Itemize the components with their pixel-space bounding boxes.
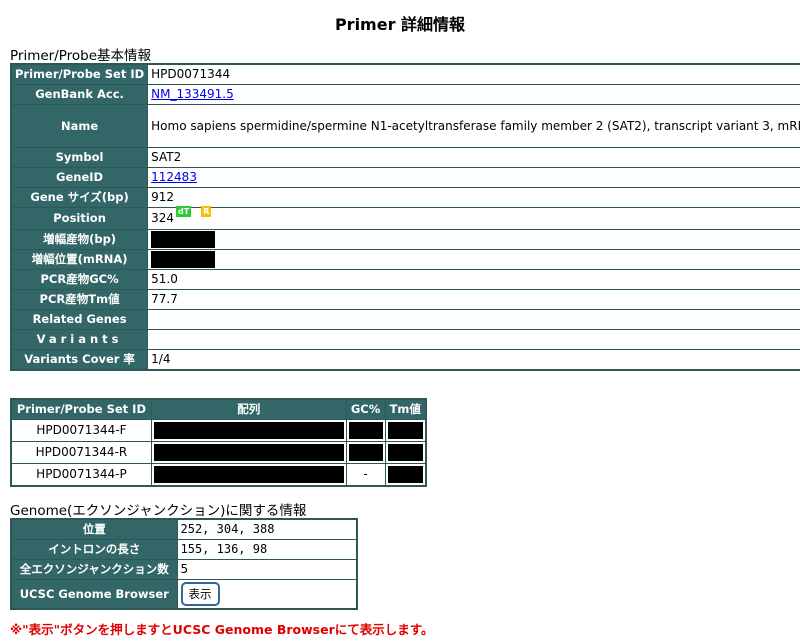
genbank-label: GenBank Acc. (10, 84, 149, 105)
table-row: GenBank Acc. NM_133491.5 (10, 84, 800, 105)
position-label: Position (10, 207, 149, 230)
gene-size-label: Gene サイズ(bp) (10, 187, 149, 208)
ucsc-cell: 表示 (176, 579, 358, 610)
genbank-link[interactable]: NM_133491.5 (151, 87, 234, 101)
table-row: Gene サイズ(bp) 912 (10, 187, 800, 208)
position-value: 324 (151, 211, 175, 225)
table-row: Variants Cover 率 1/4 (10, 349, 800, 371)
col-header-gc: GC% (345, 398, 386, 420)
sequence-table: Primer/Probe Set ID 配列 GC% Tm値 HPD007134… (10, 398, 427, 487)
junction-count-value: 5 (176, 559, 358, 580)
table-row: HPD0071344-P - (10, 463, 427, 487)
redacted-block (387, 444, 423, 461)
variants-label: Variants (10, 329, 149, 350)
genbank-cell: NM_133491.5 (147, 84, 800, 105)
amplicon-size-cell (147, 229, 800, 250)
table-row: Position 324 dT R (10, 206, 800, 230)
genome-section-title: Genome(エクソンジャンクション)に関する情報 (10, 503, 307, 519)
geneid-link[interactable]: 112483 (151, 170, 197, 184)
gc-cell (345, 419, 386, 442)
tm-cell (384, 419, 427, 442)
table-row: Related Genes (10, 309, 800, 330)
redacted-block (153, 466, 344, 483)
table-row: イントロンの長さ 155, 136, 98 (10, 539, 358, 560)
primer-id: HPD0071344-F (10, 419, 152, 442)
name-label: Name (10, 104, 149, 148)
variants-value (147, 329, 800, 350)
table-row: HPD0071344-R (10, 441, 427, 464)
redacted-block (348, 422, 383, 439)
table-row: PCR産物GC% 51.0 (10, 269, 800, 290)
col-header-tm: Tm値 (384, 398, 427, 420)
table-row: 増幅位置(mRNA) (10, 249, 800, 270)
junction-count-label: 全エクソンジャンクション数 (10, 559, 178, 580)
table-header-row: Primer/Probe Set ID 配列 GC% Tm値 (10, 398, 427, 420)
table-row: Name Homo sapiens spermidine/spermine N1… (10, 104, 800, 148)
pcr-gc-label: PCR産物GC% (10, 269, 149, 290)
genome-position-value: 252, 304, 388 (176, 518, 358, 540)
position-cell: 324 dT R (147, 206, 800, 230)
gc-cell (345, 441, 386, 464)
basic-info-section-title: Primer/Probe基本情報 (10, 48, 152, 64)
pcr-tm-value: 77.7 (147, 289, 800, 310)
tm-cell (384, 463, 427, 487)
genome-table: 位置 252, 304, 388 イントロンの長さ 155, 136, 98 全… (10, 518, 358, 610)
redacted-block (151, 231, 216, 248)
sequence-cell (150, 419, 347, 442)
name-value: Homo sapiens spermidine/spermine N1-acet… (147, 104, 800, 148)
variants-cover-label: Variants Cover 率 (10, 349, 149, 371)
set-id-label: Primer/Probe Set ID (10, 63, 149, 85)
table-row: GeneID 112483 (10, 167, 800, 188)
ucsc-label: UCSC Genome Browser (10, 579, 178, 610)
tm-cell (384, 441, 427, 464)
related-genes-value (147, 309, 800, 330)
symbol-value: SAT2 (147, 147, 800, 168)
redacted-block (348, 444, 383, 461)
sequence-cell (150, 441, 347, 464)
pcr-gc-value: 51.0 (147, 269, 800, 290)
table-row: 増幅産物(bp) (10, 229, 800, 250)
primer-id: HPD0071344-R (10, 441, 152, 464)
table-row: Primer/Probe Set ID HPD0071344 (10, 63, 800, 85)
genome-position-label: 位置 (10, 518, 178, 540)
ucsc-note: ※"表示"ボタンを押しますとUCSC Genome Browserにて表示します… (10, 622, 434, 637)
table-row: UCSC Genome Browser 表示 (10, 579, 358, 610)
gene-size-value: 912 (147, 187, 800, 208)
redacted-block (387, 466, 423, 483)
dt-badge-icon[interactable]: dT (176, 206, 192, 217)
intron-length-label: イントロンの長さ (10, 539, 178, 560)
table-row: HPD0071344-F (10, 419, 427, 442)
table-row: Symbol SAT2 (10, 147, 800, 168)
amplicon-size-label: 増幅産物(bp) (10, 229, 149, 250)
page-title: Primer 詳細情報 (334, 15, 466, 34)
redacted-block (387, 422, 423, 439)
r-badge-icon[interactable]: R (201, 206, 212, 217)
redacted-block (153, 444, 344, 461)
table-row: PCR産物Tm値 77.7 (10, 289, 800, 310)
table-row: 全エクソンジャンクション数 5 (10, 559, 358, 580)
table-row: 位置 252, 304, 388 (10, 518, 358, 540)
set-id-value: HPD0071344 (147, 63, 800, 85)
col-header-sequence: 配列 (150, 398, 347, 420)
gc-value: - (345, 463, 386, 487)
show-ucsc-button[interactable]: 表示 (180, 582, 220, 606)
col-header-set-id: Primer/Probe Set ID (10, 398, 152, 420)
intron-length-value: 155, 136, 98 (176, 539, 358, 560)
related-genes-label: Related Genes (10, 309, 149, 330)
symbol-label: Symbol (10, 147, 149, 168)
amplicon-pos-label: 増幅位置(mRNA) (10, 249, 149, 270)
variants-cover-value: 1/4 (147, 349, 800, 371)
geneid-cell: 112483 (147, 167, 800, 188)
pcr-tm-label: PCR産物Tm値 (10, 289, 149, 310)
geneid-label: GeneID (10, 167, 149, 188)
table-row: Variants (10, 329, 800, 350)
basic-info-table: Primer/Probe Set ID HPD0071344 GenBank A… (10, 63, 800, 371)
redacted-block (153, 422, 344, 439)
amplicon-pos-cell (147, 249, 800, 270)
redacted-block (151, 251, 216, 268)
sequence-cell (150, 463, 347, 487)
primer-id: HPD0071344-P (10, 463, 152, 487)
